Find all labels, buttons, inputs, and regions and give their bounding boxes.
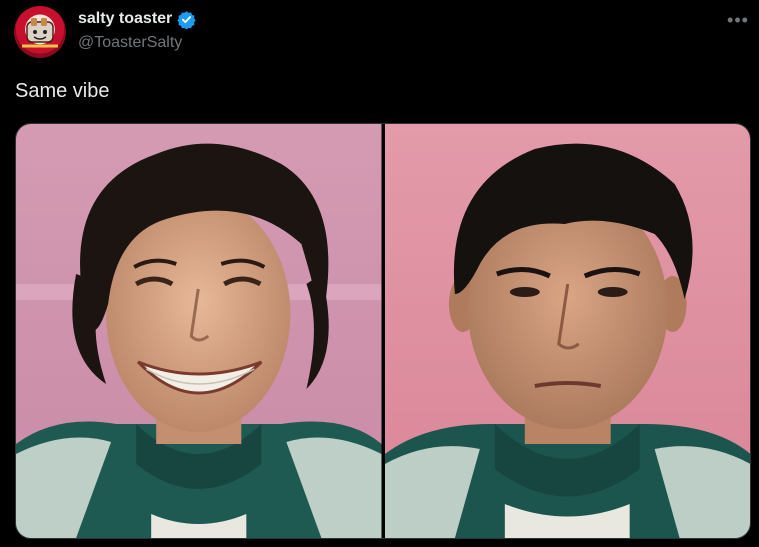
verified-badge-icon [177, 10, 196, 30]
profile-avatar[interactable] [14, 6, 66, 58]
portrait-serious-icon [384, 124, 750, 538]
more-horizontal-icon[interactable]: ••• [724, 10, 752, 30]
author-name-row: salty toaster [78, 8, 196, 30]
tweet-text: Same vibe [15, 80, 110, 102]
tweet: salty toaster @ToasterSalty ••• Same vib… [0, 0, 759, 547]
toaster-avatar-icon [22, 18, 58, 48]
media-grid [15, 123, 751, 539]
author-handle[interactable]: @ToasterSalty [78, 34, 182, 52]
photo-serious-man[interactable] [384, 124, 750, 538]
author-display-name[interactable]: salty toaster [78, 10, 172, 28]
portrait-smiling-icon [16, 124, 382, 538]
photo-smiling-man[interactable] [16, 124, 382, 538]
